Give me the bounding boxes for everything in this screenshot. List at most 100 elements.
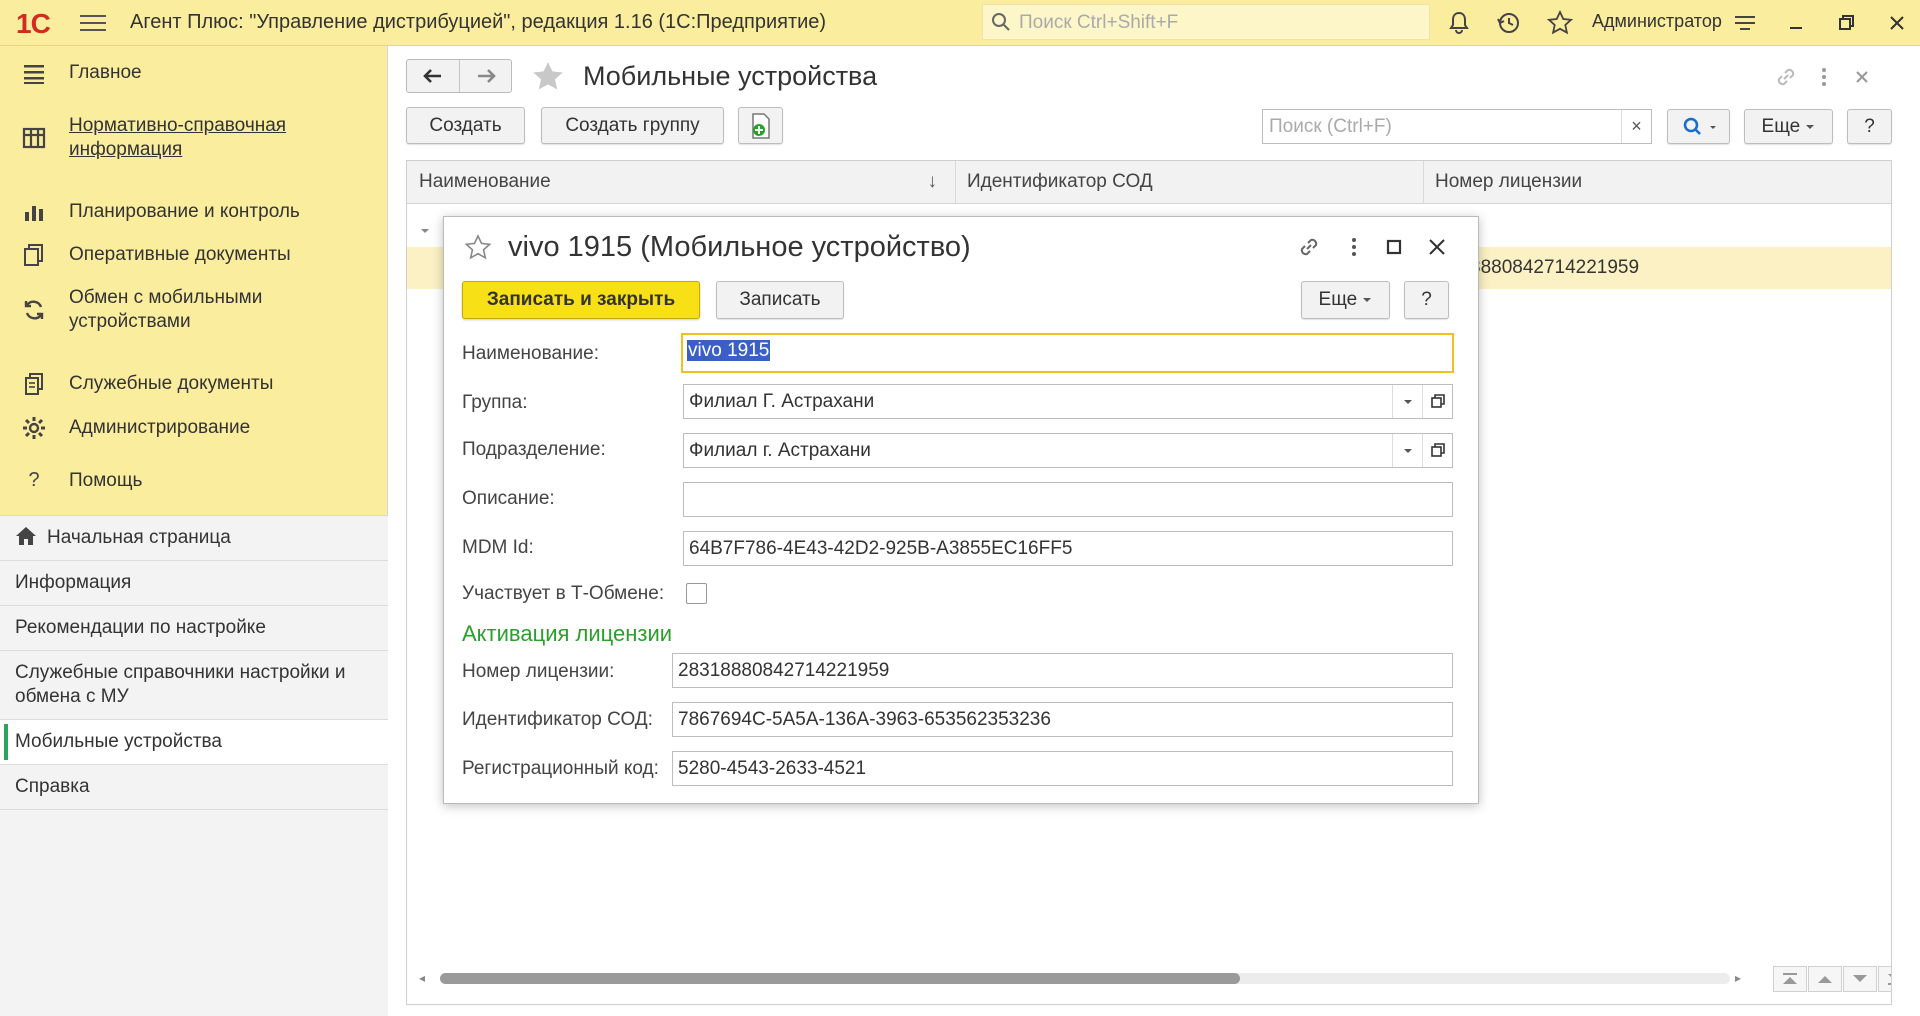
- documents-stack-icon: [25, 373, 43, 395]
- nav-item-information[interactable]: Информация: [0, 561, 388, 606]
- nav-item-mobile-devices[interactable]: Мобильные устройства: [0, 720, 388, 765]
- save-button[interactable]: Записать: [716, 281, 844, 319]
- dialog-more-button[interactable]: Еще: [1301, 281, 1390, 319]
- sort-arrow-icon: ↓: [927, 171, 938, 192]
- tobmen-label: Участвует в Т-Обмене:: [462, 583, 665, 604]
- section-nsi-label: Нормативно-справочная информация: [69, 115, 287, 160]
- name-field[interactable]: vivo 1915: [681, 333, 1454, 373]
- save-and-close-button[interactable]: Записать и закрыть: [462, 281, 700, 319]
- nav-item-service-catalogs[interactable]: Служебные справочники настройки и обмена…: [0, 651, 388, 720]
- list-help-button[interactable]: ?: [1847, 109, 1892, 144]
- question-icon: ?: [28, 469, 40, 491]
- group-dropdown-button[interactable]: [1392, 385, 1422, 418]
- mobile-device-dialog: vivo 1915 (Мобильное устройство) Записат…: [443, 216, 1479, 804]
- division-value: Филиал г. Астрахани: [689, 440, 871, 461]
- table-icon: [22, 127, 46, 149]
- sod-id-field[interactable]: 7867694C-5A5A-136A-3963-653562353236: [672, 702, 1453, 737]
- restore-icon[interactable]: [1831, 8, 1861, 38]
- nav-item-recommendations[interactable]: Рекомендации по настройке: [0, 606, 388, 651]
- back-button[interactable]: [407, 60, 459, 92]
- nav-item-home[interactable]: Начальная страница: [0, 516, 388, 561]
- search-icon: [992, 13, 1010, 31]
- column-name[interactable]: Наименование ↓: [407, 161, 956, 204]
- history-icon[interactable]: [1496, 10, 1522, 36]
- history-nav: [406, 59, 512, 93]
- nav-item-help[interactable]: Справка: [0, 765, 388, 810]
- documents-icon: [24, 244, 43, 266]
- section-service-docs-label: Служебные документы: [69, 373, 274, 394]
- link-icon[interactable]: [1295, 233, 1323, 261]
- reg-code-field[interactable]: 5280-4543-2633-4521: [672, 751, 1453, 786]
- settings-lines-icon[interactable]: [1732, 10, 1758, 36]
- description-field[interactable]: [683, 482, 1453, 517]
- license-number-cell: 8880842714221959: [1470, 257, 1640, 278]
- section-operative-docs-label: Оперативные документы: [69, 244, 291, 265]
- division-field[interactable]: Филиал г. Астрахани: [683, 433, 1453, 468]
- favorite-star-icon[interactable]: [531, 60, 565, 94]
- clear-search-button[interactable]: ×: [1621, 110, 1651, 143]
- create-button[interactable]: Создать: [406, 107, 525, 144]
- arrow-right-icon: [478, 69, 496, 83]
- scrollbar-thumb[interactable]: [440, 973, 1240, 984]
- title-bar: 1С Агент Плюс: "Управление дистрибуцией"…: [0, 0, 1920, 46]
- chevron-down-icon: [1404, 449, 1412, 453]
- forward-button[interactable]: [460, 60, 512, 92]
- more-vertical-icon[interactable]: [1340, 233, 1368, 261]
- section-planning-label: Планирование и контроль: [69, 201, 300, 222]
- create-copy-button[interactable]: [738, 107, 783, 144]
- bell-icon[interactable]: [1446, 10, 1472, 36]
- horizontal-scrollbar[interactable]: [440, 973, 1730, 984]
- group-open-button[interactable]: [1422, 385, 1452, 418]
- mdm-id-field[interactable]: 64B7F786-4E43-42D2-925B-A3855EC16FF5: [683, 531, 1453, 566]
- license-number-label: Номер лицензии:: [462, 661, 615, 682]
- 1c-logo: 1С: [16, 8, 51, 39]
- arrow-left-icon: [423, 69, 441, 83]
- tobmen-checkbox[interactable]: [686, 583, 707, 604]
- favorite-star-icon[interactable]: [464, 234, 492, 262]
- close-icon[interactable]: [1423, 233, 1451, 261]
- scroll-down-button[interactable]: [1843, 966, 1877, 992]
- search-options-button[interactable]: [1667, 109, 1730, 144]
- mdm-id-label: MDM Id:: [462, 537, 534, 558]
- list-search-placeholder: Поиск (Ctrl+F): [1269, 116, 1392, 137]
- section-help-label: Помощь: [69, 470, 143, 491]
- page-up-icon: [1818, 976, 1832, 983]
- more-vertical-icon[interactable]: [1811, 64, 1837, 90]
- maximize-icon[interactable]: [1380, 233, 1408, 261]
- column-license-number[interactable]: Номер лицензии: [1424, 161, 1891, 204]
- chart-bars-icon: [25, 206, 43, 221]
- group-label: Группа:: [462, 392, 528, 413]
- license-number-field[interactable]: 28318880842714221959: [672, 653, 1453, 688]
- division-dropdown-button[interactable]: [1392, 434, 1422, 467]
- scroll-top-button[interactable]: [1773, 966, 1807, 992]
- scroll-up-button[interactable]: [1808, 966, 1842, 992]
- create-group-button[interactable]: Создать группу: [541, 107, 724, 144]
- reg-code-label: Регистрационный код:: [462, 758, 659, 779]
- first-page-icon: [1783, 973, 1797, 984]
- gear-icon: [23, 417, 45, 439]
- close-form-icon[interactable]: [1849, 64, 1875, 90]
- user-name[interactable]: Администратор: [1592, 11, 1722, 32]
- minimize-icon[interactable]: [1781, 8, 1811, 38]
- scroll-left-icon[interactable]: ◂: [419, 971, 425, 985]
- menu-lines-icon: [24, 65, 44, 84]
- dialog-more-label: Еще: [1318, 289, 1358, 310]
- division-open-button[interactable]: [1422, 434, 1452, 467]
- link-icon[interactable]: [1773, 64, 1799, 90]
- dialog-help-button[interactable]: ?: [1404, 281, 1449, 319]
- favorites-star-icon[interactable]: [1547, 10, 1573, 36]
- group-field[interactable]: Филиал Г. Астрахани: [683, 384, 1453, 419]
- scroll-bottom-button[interactable]: [1878, 966, 1892, 992]
- sod-id-label: Идентификатор СОД:: [462, 709, 653, 730]
- group-expand-icon[interactable]: [419, 226, 431, 236]
- column-sod-id[interactable]: Идентификатор СОД: [956, 161, 1424, 204]
- navigation-panel: Начальная страница Информация Рекомендац…: [0, 515, 388, 1016]
- close-icon[interactable]: [1882, 8, 1912, 38]
- list-more-label: Еще: [1761, 116, 1801, 137]
- scroll-right-icon[interactable]: ▸: [1735, 971, 1741, 985]
- list-search-input[interactable]: Поиск (Ctrl+F) ×: [1262, 109, 1652, 144]
- section-main-label: Главное: [69, 62, 142, 83]
- main-menu-icon[interactable]: [80, 10, 106, 32]
- list-more-button[interactable]: Еще: [1744, 109, 1833, 144]
- global-search-input[interactable]: Поиск Ctrl+Shift+F: [982, 4, 1430, 40]
